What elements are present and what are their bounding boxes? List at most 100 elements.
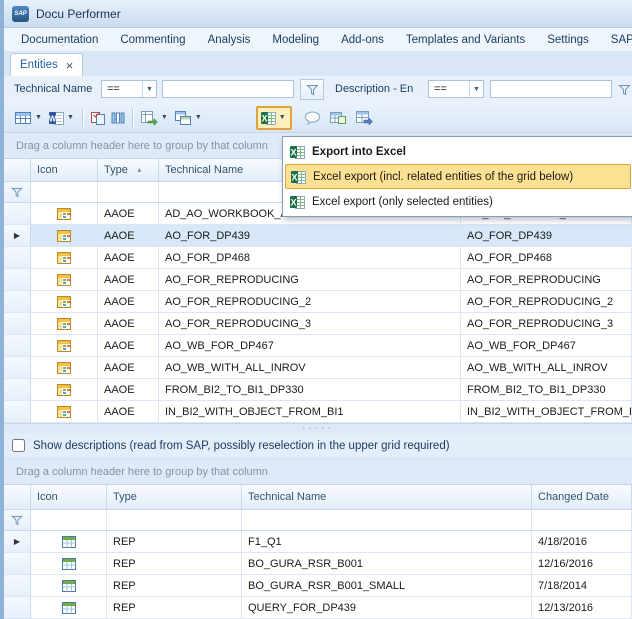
menu-item-addons[interactable]: Add-ons [330,31,395,49]
technical-name-filter-input[interactable] [162,80,294,98]
svg-text:W: W [49,114,57,123]
column-header-icon[interactable]: Icon [31,159,98,182]
menu-item-sap-import[interactable]: SAP I [600,31,632,49]
table-row-selected[interactable]: ▶ REP F1_Q1 4/18/2016 [4,531,632,553]
table-row[interactable]: REP BO_GURA_RSR_B001_SMALL 7/18/2014 [4,575,632,597]
technical-name-label: Technical Name [14,83,92,95]
toolbar-separator [132,108,134,128]
table-row[interactable]: AAOE IN_BI2_WITH_OBJECT_FROM_BI1 IN_BI2_… [4,401,632,423]
funnel-icon [11,187,23,198]
grid-export-button[interactable]: ▼ [12,106,46,130]
excel-export-button[interactable]: X ▼ [256,106,292,130]
comment-icon [304,111,321,125]
row-indicator-header [4,485,31,510]
table-row[interactable]: AAOE AO_FOR_REPRODUCING_3 AO_FOR_REPRODU… [4,313,632,335]
table-row[interactable]: AAOE AO_WB_WITH_ALL_INROV AO_WB_WITH_ALL… [4,357,632,379]
funnel-icon [11,515,23,526]
funnel-icon [306,84,319,96]
excel-export-menu: X Export into Excel X Excel export (incl… [282,136,632,217]
export-related-button[interactable]: ▼ [138,106,172,130]
filter-bar: Technical Name == ▼ Description - En == … [4,77,632,104]
table-row[interactable]: REP BO_GURA_RSR_B001 12/16/2016 [4,553,632,575]
comment-button[interactable] [302,106,323,130]
excel-export-icon: X [260,110,276,126]
upper-grid-rows: AAOE AD_AO_WORKBOOK_AD7 AD_AO_Workbook_A… [4,203,632,423]
chevron-down-icon[interactable]: ▼ [277,114,288,121]
columns-icon [110,110,126,126]
chevron-down-icon[interactable]: ▼ [142,81,156,97]
filter-cell[interactable] [31,182,98,203]
grid-arrow-button[interactable] [353,106,375,130]
auto-filter-cell [4,510,31,531]
column-header-type[interactable]: Type [107,485,242,510]
table-row[interactable]: AAOE AO_WB_FOR_DP467 AO_WB_FOR_DP467 [4,335,632,357]
filter-cell[interactable] [107,510,242,531]
table-row[interactable]: REP QUERY_FOR_DP439 12/13/2016 [4,597,632,619]
grid-arrow-icon [355,110,373,126]
word-export-button[interactable]: W ▼ [46,106,78,130]
workbook-icon [31,313,98,335]
filter-cell[interactable] [242,510,532,531]
report-icon [31,553,107,575]
chevron-down-icon[interactable]: ▼ [159,114,170,121]
filter-cell[interactable] [98,182,159,203]
column-header-changed-date[interactable]: Changed Date [532,485,632,510]
technical-name-filter-button[interactable] [300,79,324,100]
chevron-down-icon[interactable]: ▼ [193,114,204,121]
description-operator-select[interactable]: == ▼ [428,80,484,98]
tab-label: Entities [20,59,58,71]
chevron-down-icon[interactable]: ▼ [65,114,76,121]
show-descriptions-label: Show descriptions (read from SAP, possib… [33,440,450,452]
menu-item-documentation[interactable]: Documentation [10,31,109,49]
column-header-technical-name[interactable]: Technical Name [242,485,532,510]
svg-text:X: X [290,147,296,157]
description-filter-input[interactable] [490,80,612,98]
filter-cell[interactable] [31,510,107,531]
lower-filter-row [4,510,632,531]
technical-name-operator-select[interactable]: == ▼ [101,80,157,98]
menu-item-settings[interactable]: Settings [536,31,600,49]
table-row[interactable]: AAOE AO_FOR_REPRODUCING AO_FOR_REPRODUCI… [4,269,632,291]
filter-cell[interactable] [532,510,632,531]
tab-entities[interactable]: Entities × [10,53,83,76]
app-icon: SAP [12,6,29,22]
workbook-icon [31,357,98,379]
report-icon [31,575,107,597]
lower-group-panel[interactable]: Drag a column header here to group by th… [4,459,632,485]
compare-icon [90,110,106,126]
menu-item-modeling[interactable]: Modeling [261,31,330,49]
app-window: SAP Docu Performer Documentation Comment… [0,0,632,619]
table-row[interactable]: AAOE AO_FOR_REPRODUCING_2 AO_FOR_REPRODU… [4,291,632,313]
duplicate-grid-icon [329,110,347,126]
menu-item-templates-and-variants[interactable]: Templates and Variants [395,31,536,49]
menu-item-excel-export-related[interactable]: X Excel export (incl. related entities o… [285,164,631,189]
menu-item-excel-export-selected[interactable]: X Excel export (only selected entities) [285,189,631,214]
column-header-type[interactable]: Type▲ [98,159,159,182]
workbook-icon [31,225,98,247]
toolbar: ▼ W ▼ ▼ ▼ [4,103,632,133]
show-descriptions-checkbox[interactable] [12,439,25,452]
compare-button[interactable] [88,106,108,130]
tab-strip: Entities × [4,52,632,77]
funnel-icon [618,84,631,96]
copy-grid-button[interactable]: ▼ [172,106,206,130]
workbook-icon [31,203,98,225]
menu-item-analysis[interactable]: Analysis [197,31,262,49]
column-header-icon[interactable]: Icon [31,485,107,510]
table-row[interactable]: AAOE AO_FOR_DP468 AO_FOR_DP468 [4,247,632,269]
chevron-down-icon[interactable]: ▼ [469,81,483,97]
table-row-selected[interactable]: ▶ AAOE AO_FOR_DP439 AO_FOR_DP439 [4,225,632,247]
table-row[interactable]: AAOE FROM_BI2_TO_BI1_DP330 FROM_BI2_TO_B… [4,379,632,401]
menu-item-commenting[interactable]: Commenting [109,31,196,49]
columns-button[interactable] [108,106,128,130]
menu-item-export-into-excel[interactable]: X Export into Excel [285,139,631,164]
tab-close-icon[interactable]: × [66,60,74,71]
description-filter-button[interactable] [615,79,632,100]
duplicate-grid-button[interactable] [327,106,349,130]
chevron-down-icon[interactable]: ▼ [33,114,44,121]
report-icon [31,597,107,619]
lower-grid-rows: ▶ REP F1_Q1 4/18/2016 REP BO_GURA_RSR_B0… [4,531,632,619]
svg-text:X: X [261,113,267,123]
export-related-icon [140,110,158,126]
menu-bar: Documentation Commenting Analysis Modeli… [4,28,632,52]
